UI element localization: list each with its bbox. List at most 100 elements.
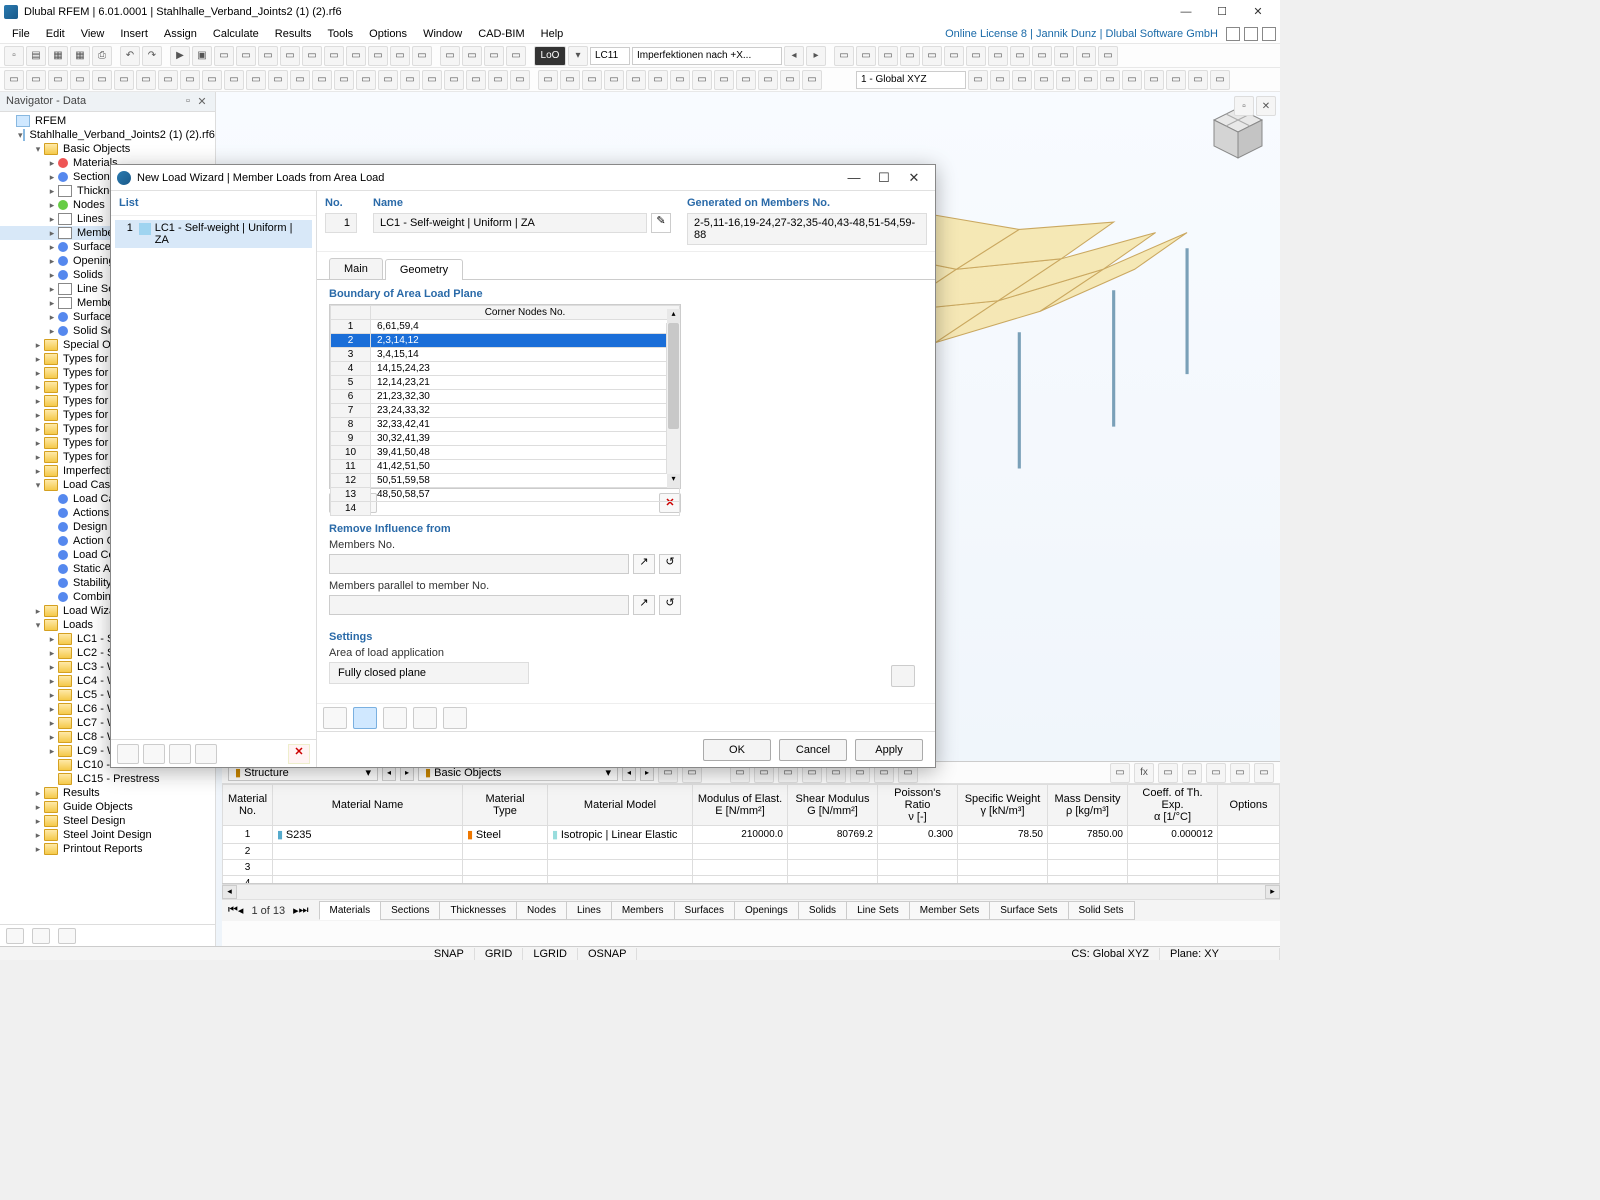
tree-item[interactable]: ▸Guide Objects: [0, 800, 215, 814]
grid-row[interactable]: 1039,41,50,48: [331, 446, 680, 460]
table-row[interactable]: 3: [223, 860, 1280, 876]
tb-i-icon[interactable]: ▭: [1010, 46, 1030, 66]
menu-options[interactable]: Options: [361, 26, 415, 42]
new-icon[interactable]: ▫: [4, 46, 24, 66]
vp-pin-icon[interactable]: ▫: [1234, 96, 1254, 116]
col-e[interactable]: Modulus of Elast. E [N/mm²]: [693, 785, 788, 826]
table-row[interactable]: 4: [223, 876, 1280, 885]
redo-icon[interactable]: ↷: [142, 46, 162, 66]
status-lgrid[interactable]: LGRID: [523, 948, 578, 960]
t14-icon[interactable]: ▭: [506, 46, 526, 66]
bpt17-icon[interactable]: ▭: [1254, 763, 1274, 783]
d21-icon[interactable]: ▭: [444, 70, 464, 90]
open-icon[interactable]: ▤: [26, 46, 46, 66]
data-tab[interactable]: Thicknesses: [439, 901, 517, 920]
navigator-pin-icon[interactable]: ▫: [181, 95, 195, 108]
menu-results[interactable]: Results: [267, 26, 320, 42]
run-icon[interactable]: ▶: [170, 46, 190, 66]
status-osnap[interactable]: OSNAP: [578, 948, 638, 960]
grid-row[interactable]: 512,14,23,21: [331, 376, 680, 390]
grid-row[interactable]: 1348,50,58,57: [331, 488, 680, 502]
d24-icon[interactable]: ▭: [510, 70, 530, 90]
tb-j-icon[interactable]: ▭: [1032, 46, 1052, 66]
members-no-input[interactable]: [329, 554, 629, 574]
dialog-close-button[interactable]: ✕: [899, 170, 929, 186]
members-par-clear-icon[interactable]: ↺: [659, 595, 681, 615]
col-no[interactable]: Material No.: [223, 785, 273, 826]
list-b4-icon[interactable]: [195, 744, 217, 764]
data-tab[interactable]: Members: [611, 901, 675, 920]
list-b3-icon[interactable]: [169, 744, 191, 764]
tb-l-icon[interactable]: ▭: [1076, 46, 1096, 66]
d7-icon[interactable]: ▭: [136, 70, 156, 90]
d31-icon[interactable]: ▭: [670, 70, 690, 90]
vp-close-icon[interactable]: ✕: [1256, 96, 1276, 116]
data-tab[interactable]: Nodes: [516, 901, 567, 920]
grid-row[interactable]: 22,3,14,12: [331, 334, 680, 348]
lc-prev-icon[interactable]: ◂: [784, 46, 804, 66]
d11-icon[interactable]: ▭: [224, 70, 244, 90]
saveall-icon[interactable]: ▦: [70, 46, 90, 66]
tree-item[interactable]: ▾Basic Objects: [0, 142, 215, 156]
bpt13-icon[interactable]: ▭: [1158, 763, 1178, 783]
tree-item[interactable]: ▸Results: [0, 786, 215, 800]
d41-icon[interactable]: ▭: [990, 70, 1010, 90]
data-tab[interactable]: Solids: [798, 901, 847, 920]
table-hscroll[interactable]: ◂▸: [222, 884, 1280, 899]
apply-button[interactable]: Apply: [855, 739, 923, 761]
d16-icon[interactable]: ▭: [334, 70, 354, 90]
tree-item[interactable]: LC15 - Prestress: [0, 772, 215, 786]
d14-icon[interactable]: ▭: [290, 70, 310, 90]
menu-file[interactable]: File: [4, 26, 38, 42]
d32-icon[interactable]: ▭: [692, 70, 712, 90]
materials-table[interactable]: Material No. Material Name Material Type…: [222, 784, 1280, 884]
dialog-maximize-button[interactable]: ☐: [869, 170, 899, 186]
maximize-child-icon[interactable]: [1244, 27, 1258, 41]
mtb3-icon[interactable]: [383, 707, 407, 729]
list-item[interactable]: 1 LC1 - Self-weight | Uniform | ZA: [115, 220, 312, 248]
table-row[interactable]: 1 ▮ S235 ▮ Steel ▮ Isotropic | Linear El…: [223, 826, 1280, 844]
d8-icon[interactable]: ▭: [158, 70, 178, 90]
list-delete-button[interactable]: ✕: [288, 744, 310, 764]
list-new-icon[interactable]: [117, 744, 139, 764]
mtb5-icon[interactable]: [443, 707, 467, 729]
d1-icon[interactable]: ▭: [4, 70, 24, 90]
d17-icon[interactable]: ▭: [356, 70, 376, 90]
menu-window[interactable]: Window: [415, 26, 470, 42]
data-tab[interactable]: Surface Sets: [989, 901, 1068, 920]
bpt12-icon[interactable]: fx: [1134, 763, 1154, 783]
d27-icon[interactable]: ▭: [582, 70, 602, 90]
members-pick-icon[interactable]: ↗: [633, 554, 655, 574]
tb-a-icon[interactable]: ▭: [834, 46, 854, 66]
menu-insert[interactable]: Insert: [112, 26, 156, 42]
tb-d-icon[interactable]: ▭: [900, 46, 920, 66]
d12-icon[interactable]: ▭: [246, 70, 266, 90]
tb-g-icon[interactable]: ▭: [966, 46, 986, 66]
t6-icon[interactable]: ▭: [324, 46, 344, 66]
name-edit-icon[interactable]: ✎: [651, 213, 671, 233]
print-icon[interactable]: ⎙: [92, 46, 112, 66]
d2-icon[interactable]: ▭: [26, 70, 46, 90]
d49-icon[interactable]: ▭: [1166, 70, 1186, 90]
d35-icon[interactable]: ▭: [758, 70, 778, 90]
menu-edit[interactable]: Edit: [38, 26, 73, 42]
tb-h-icon[interactable]: ▭: [988, 46, 1008, 66]
d28-icon[interactable]: ▭: [604, 70, 624, 90]
preview-button-icon[interactable]: [891, 665, 915, 687]
minimize-button[interactable]: —: [1168, 1, 1204, 23]
navigator-close-icon[interactable]: ✕: [195, 95, 209, 108]
t7-icon[interactable]: ▭: [346, 46, 366, 66]
cs-select[interactable]: [856, 71, 966, 89]
tb-e-icon[interactable]: ▭: [922, 46, 942, 66]
menu-calculate[interactable]: Calculate: [205, 26, 267, 42]
mtb1-icon[interactable]: [323, 707, 347, 729]
col-g[interactable]: Shear Modulus G [N/mm²]: [788, 785, 878, 826]
tab-last-icon[interactable]: ⏭: [299, 904, 309, 917]
d36-icon[interactable]: ▭: [780, 70, 800, 90]
t2-icon[interactable]: ▭: [236, 46, 256, 66]
grid-row[interactable]: 1141,42,51,50: [331, 460, 680, 474]
data-tab[interactable]: Lines: [566, 901, 612, 920]
t12-icon[interactable]: ▭: [462, 46, 482, 66]
t11-icon[interactable]: ▭: [440, 46, 460, 66]
tree-item[interactable]: RFEM: [0, 114, 215, 128]
